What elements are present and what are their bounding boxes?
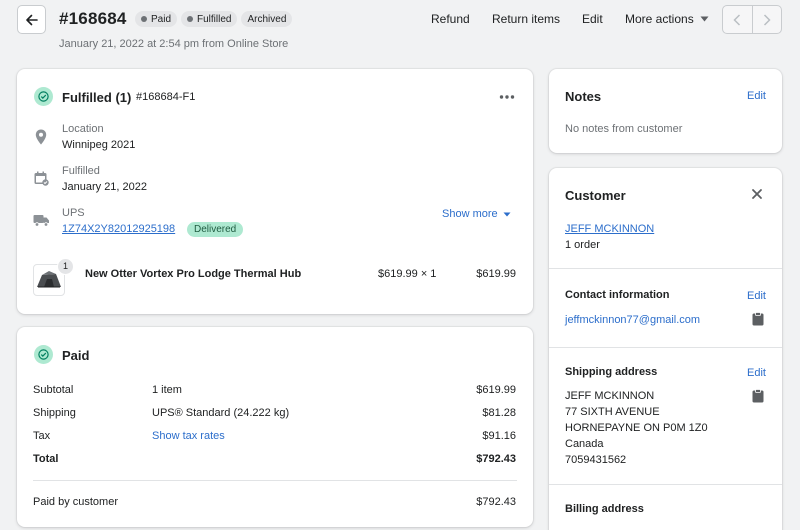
back-button[interactable] bbox=[17, 5, 46, 34]
divider bbox=[549, 484, 782, 485]
location-pin-icon bbox=[35, 129, 47, 145]
divider bbox=[549, 268, 782, 269]
notes-edit-button[interactable]: Edit bbox=[747, 90, 766, 102]
shipping-amount: $81.28 bbox=[482, 407, 516, 419]
customer-title: Customer bbox=[565, 188, 626, 203]
truck-icon bbox=[33, 215, 49, 227]
total-amount: $792.43 bbox=[476, 453, 516, 465]
paid-by-customer-label: Paid by customer bbox=[33, 496, 118, 508]
fulfilled-date: January 21, 2022 bbox=[62, 181, 148, 193]
payment-card: Paid Subtotal 1 item $619.99 Shipping UP… bbox=[17, 327, 533, 527]
arrow-left-icon bbox=[25, 14, 38, 25]
carrier-name: UPS bbox=[62, 207, 85, 219]
remove-customer-button[interactable] bbox=[751, 187, 765, 201]
address-line: JEFF MCKINNON bbox=[565, 390, 655, 402]
total-label: Total bbox=[33, 453, 59, 465]
horizontal-dots-icon bbox=[499, 95, 515, 99]
subtotal-amount: $619.99 bbox=[476, 384, 516, 396]
notes-empty-text: No notes from customer bbox=[565, 123, 683, 135]
customer-email-link[interactable]: jeffmckinnon77@gmail.com bbox=[565, 314, 700, 326]
billing-address-title: Billing address bbox=[565, 503, 644, 515]
subtotal-label: Subtotal bbox=[33, 384, 74, 396]
dot-icon bbox=[141, 16, 147, 22]
location-label: Location bbox=[62, 123, 104, 135]
edit-button[interactable]: Edit bbox=[582, 12, 603, 26]
fulfillment-card: Fulfilled (1) #168684-F1 Location Winnip… bbox=[17, 69, 533, 314]
more-options-button[interactable] bbox=[499, 87, 517, 99]
order-pager bbox=[722, 5, 782, 34]
calendar-check-icon bbox=[34, 171, 49, 186]
contact-title: Contact information bbox=[565, 289, 670, 301]
close-icon bbox=[752, 189, 762, 199]
check-circle-icon bbox=[34, 345, 53, 364]
caret-down-icon bbox=[700, 16, 709, 22]
more-actions-button[interactable]: More actions bbox=[625, 12, 709, 26]
check-circle-icon bbox=[34, 87, 53, 106]
caret-down-icon bbox=[503, 212, 511, 216]
fulfilled-badge: Fulfilled bbox=[181, 11, 238, 27]
clipboard-icon[interactable] bbox=[752, 389, 764, 403]
paid-by-customer-amount: $792.43 bbox=[476, 496, 516, 508]
tax-amount: $91.16 bbox=[482, 430, 516, 442]
address-phone: 7059431562 bbox=[565, 454, 627, 466]
dot-icon bbox=[187, 16, 194, 22]
fulfilled-title: Fulfilled (1) bbox=[62, 90, 132, 105]
delivered-badge: Delivered bbox=[187, 222, 244, 237]
tracking-number-link[interactable]: 1Z74X2Y82012925198 bbox=[62, 223, 175, 235]
item-quantity-badge: 1 bbox=[57, 258, 74, 275]
unit-price: $619.99 × 1 bbox=[378, 268, 437, 280]
chevron-left-icon bbox=[733, 13, 741, 26]
shipping-label: Shipping bbox=[33, 407, 76, 419]
fulfillment-id: #168684-F1 bbox=[136, 91, 196, 103]
divider bbox=[549, 347, 782, 348]
customer-name-link[interactable]: JEFF MCKINNON bbox=[565, 223, 654, 235]
paid-title: Paid bbox=[62, 348, 90, 363]
line-total: $619.99 bbox=[476, 268, 516, 280]
address-line: Canada bbox=[565, 438, 604, 450]
product-name[interactable]: New Otter Vortex Pro Lodge Thermal Hub bbox=[85, 268, 301, 280]
show-tax-rates-link[interactable]: Show tax rates bbox=[152, 430, 225, 442]
customer-card: Customer JEFF MCKINNON 1 order Contact i… bbox=[549, 168, 782, 530]
refund-button[interactable]: Refund bbox=[431, 12, 470, 26]
paid-badge: Paid bbox=[135, 11, 178, 27]
address-line: HORNEPAYNE ON P0M 1Z0 bbox=[565, 422, 708, 434]
show-more-button[interactable]: Show more bbox=[442, 208, 511, 220]
clipboard-icon[interactable] bbox=[752, 312, 764, 326]
next-order-button[interactable] bbox=[753, 6, 782, 33]
shipping-address-edit-button[interactable]: Edit bbox=[747, 367, 766, 379]
return-items-button[interactable]: Return items bbox=[492, 12, 560, 26]
location-value: Winnipeg 2021 bbox=[62, 139, 136, 151]
status-badges: Paid Fulfilled Archived bbox=[135, 11, 293, 27]
notes-title: Notes bbox=[565, 89, 602, 104]
subtotal-detail: 1 item bbox=[152, 384, 182, 396]
chevron-right-icon bbox=[763, 13, 771, 26]
shipping-address-title: Shipping address bbox=[565, 366, 658, 378]
shipping-detail: UPS® Standard (24.222 kg) bbox=[152, 407, 290, 419]
previous-order-button[interactable] bbox=[723, 6, 753, 33]
order-number: #168684 bbox=[59, 9, 127, 28]
notes-card: Notes Edit No notes from customer bbox=[549, 69, 782, 153]
fulfilled-label: Fulfilled bbox=[62, 165, 100, 177]
divider bbox=[33, 480, 517, 481]
customer-order-count: 1 order bbox=[565, 239, 600, 251]
archived-badge: Archived bbox=[241, 11, 293, 27]
tax-label: Tax bbox=[33, 430, 51, 442]
order-date: January 21, 2022 at 2:54 pm from Online … bbox=[59, 38, 289, 50]
contact-edit-button[interactable]: Edit bbox=[747, 290, 766, 302]
address-line: 77 SIXTH AVENUE bbox=[565, 406, 660, 418]
